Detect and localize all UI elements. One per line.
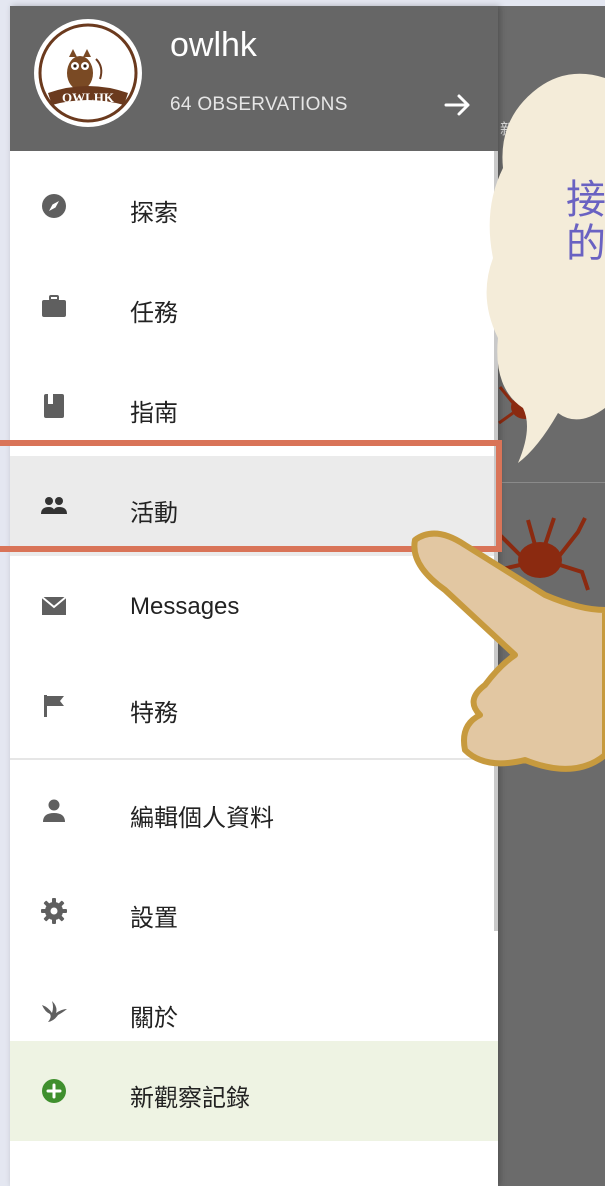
menu-label: Messages <box>130 593 240 620</box>
menu-label: 任務 <box>130 300 178 327</box>
menu-label: 特務 <box>130 700 178 727</box>
arrow-right-icon[interactable] <box>440 88 474 122</box>
pointing-hand-illustration <box>411 530 605 772</box>
bubble-text-line-2: 的 <box>566 222 605 266</box>
flag-icon <box>44 695 64 717</box>
menu-label: 設置 <box>130 905 178 932</box>
envelope-icon <box>41 596 67 615</box>
menu-label: 探索 <box>130 200 178 227</box>
menu-label: 關於 <box>130 1005 178 1032</box>
plus-circle-icon <box>42 1079 66 1103</box>
owl-logo-icon: OWLHK <box>38 23 138 123</box>
menu-label: 新觀察記錄 <box>130 1085 250 1112</box>
bubble-text-line-1: 接 <box>566 178 605 222</box>
menu-label: 指南 <box>130 400 178 427</box>
speech-bubble-text: 接 的 <box>566 178 605 266</box>
menu-item-settings[interactable]: 設置 <box>10 861 498 961</box>
owlhk-logo-avatar[interactable]: OWLHK <box>34 19 142 127</box>
menu-item-new-observation[interactable]: 新觀察記錄 <box>10 1041 498 1141</box>
bird-icon <box>42 1001 67 1022</box>
left-margin-strip <box>0 6 10 1186</box>
book-icon <box>44 394 64 418</box>
menu-item-explore[interactable]: 探索 <box>10 156 498 256</box>
observation-count[interactable]: 64 OBSERVATIONS <box>170 94 348 116</box>
menu-item-missions[interactable]: 任務 <box>10 256 498 356</box>
background-divider <box>500 482 605 483</box>
menu-item-edit-profile[interactable]: 編輯個人資料 <box>10 761 498 861</box>
drawer-header: OWLHK owlhk 64 OBSERVATIONS <box>10 6 498 151</box>
username[interactable]: owlhk <box>170 26 257 65</box>
person-icon <box>43 799 65 822</box>
gear-icon <box>41 898 67 924</box>
briefcase-icon <box>42 295 66 317</box>
menu-label: 編輯個人資料 <box>130 805 274 832</box>
svg-text:OWLHK: OWLHK <box>62 90 115 105</box>
compass-icon <box>42 194 66 218</box>
